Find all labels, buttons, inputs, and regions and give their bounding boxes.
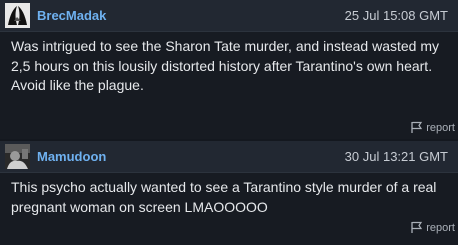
username[interactable]: Mamudoon xyxy=(37,149,106,164)
username[interactable]: BrecMadak xyxy=(37,8,106,23)
comment-card: BrecMadak 25 Jul 15:08 GMT Was intrigued… xyxy=(0,0,458,139)
bw-avatar-icon xyxy=(5,3,30,28)
avatar[interactable] xyxy=(5,144,30,169)
report-button[interactable]: report xyxy=(410,121,455,134)
comment-card: Mamudoon 30 Jul 13:21 GMT This psycho ac… xyxy=(0,141,458,245)
report-label: report xyxy=(426,121,455,134)
comment-date: 30 Jul 13:21 GMT xyxy=(344,149,448,164)
flag-icon xyxy=(411,121,423,133)
comment-text-line: This psycho actually wanted to see a Tar… xyxy=(11,179,437,215)
report-label: report xyxy=(426,221,455,234)
avatar[interactable] xyxy=(5,3,30,28)
comment-text-line: Avoid like the plague. xyxy=(11,77,144,93)
comment-text-line: Was intrigued to see the Sharon Tate mur… xyxy=(11,38,440,74)
flag-icon xyxy=(411,221,423,233)
comment-body: This psycho actually wanted to see a Tar… xyxy=(11,178,451,217)
comment-header: Mamudoon 30 Jul 13:21 GMT xyxy=(0,141,458,173)
report-button[interactable]: report xyxy=(410,221,455,234)
comment-header: BrecMadak 25 Jul 15:08 GMT xyxy=(0,0,458,32)
comment-body: Was intrigued to see the Sharon Tate mur… xyxy=(11,37,451,96)
photo-avatar-icon xyxy=(5,144,30,169)
comment-date: 25 Jul 15:08 GMT xyxy=(344,8,448,23)
